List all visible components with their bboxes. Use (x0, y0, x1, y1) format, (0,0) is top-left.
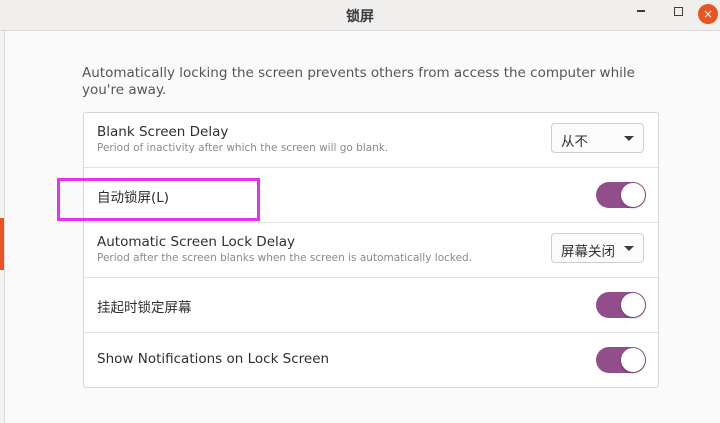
lock-delay-value: 屏幕关闭 (561, 244, 615, 260)
blank-delay-sublabel: Period of inactivity after which the scr… (97, 142, 389, 154)
toggle-knob (621, 348, 645, 372)
annotation-highlight-box (57, 178, 260, 221)
minimize-button[interactable] (629, 2, 653, 26)
row-lock-on-suspend: 挂起时锁定屏幕 (84, 278, 658, 333)
close-button[interactable]: × (698, 4, 718, 24)
row-lock-delay: Automatic Screen Lock Delay Period after… (84, 223, 658, 278)
settings-list: Blank Screen Delay Period of inactivity … (83, 112, 659, 388)
title-bar: 锁屏 × (0, 0, 720, 31)
notifications-toggle[interactable] (596, 347, 646, 373)
page-description: Automatically locking the screen prevent… (82, 65, 635, 98)
row-lock-notifications: Show Notifications on Lock Screen (84, 333, 658, 387)
chevron-down-icon (624, 246, 634, 251)
lock-delay-label: Automatic Screen Lock Delay (97, 234, 296, 250)
auto-lock-toggle[interactable] (596, 182, 646, 208)
chevron-down-icon (624, 136, 634, 141)
maximize-icon (673, 7, 683, 16)
maximize-button[interactable] (666, 2, 690, 26)
lock-delay-dropdown[interactable]: 屏幕关闭 (551, 233, 644, 263)
blank-delay-label: Blank Screen Delay (97, 124, 229, 140)
notifications-label: Show Notifications on Lock Screen (97, 351, 330, 367)
blank-delay-dropdown[interactable]: 从不 (551, 123, 644, 153)
close-icon: × (702, 7, 714, 21)
toggle-knob (621, 293, 645, 317)
blank-delay-value: 从不 (561, 134, 588, 150)
row-blank-screen-delay: Blank Screen Delay Period of inactivity … (84, 113, 658, 168)
window-title: 锁屏 (346, 9, 374, 25)
lock-on-suspend-toggle[interactable] (596, 292, 646, 318)
sidebar-selected-indicator (0, 218, 4, 270)
lock-delay-sublabel: Period after the screen blanks when the … (97, 252, 473, 264)
minimize-icon (637, 9, 645, 12)
toggle-knob (621, 183, 645, 207)
lock-on-suspend-label: 挂起时锁定屏幕 (97, 300, 192, 316)
